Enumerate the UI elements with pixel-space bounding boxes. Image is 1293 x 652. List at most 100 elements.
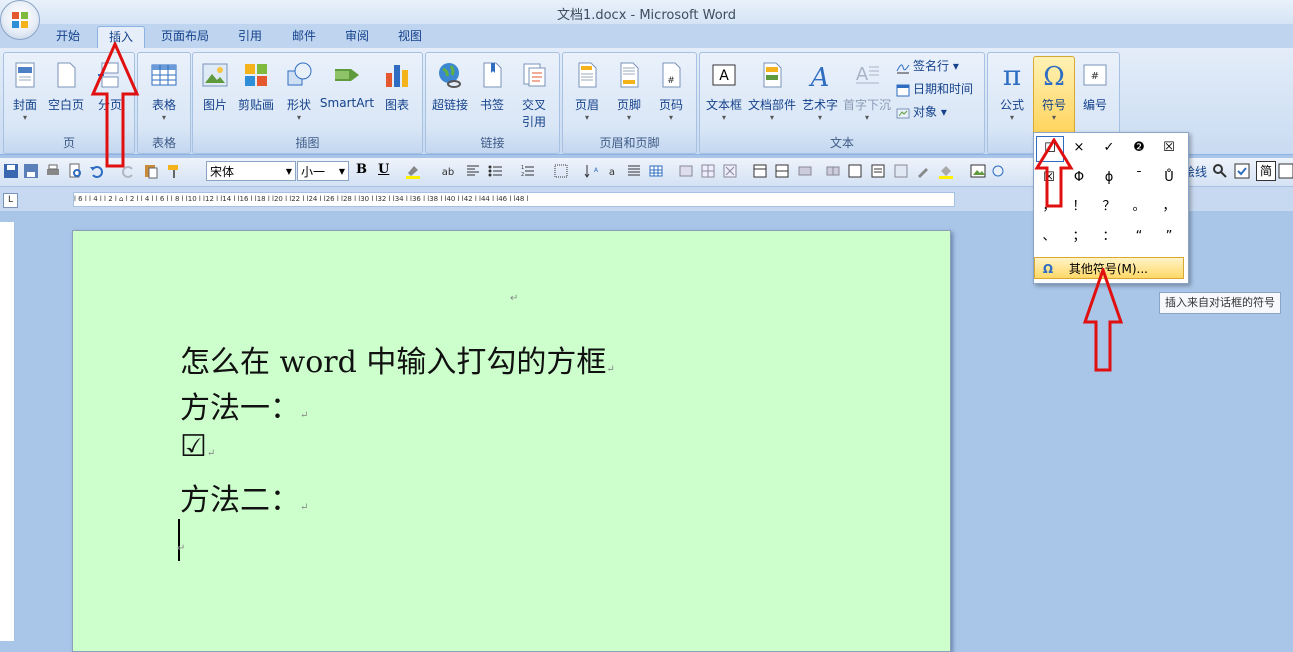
symbol-cell[interactable]: ？ xyxy=(1096,195,1122,219)
font-size-select[interactable]: 小一 ▼ xyxy=(297,161,349,181)
tab-page-layout[interactable]: 页面布局 xyxy=(150,26,220,48)
text-direction-icon[interactable]: a xyxy=(604,163,620,179)
tab-review[interactable]: 审阅 xyxy=(332,26,382,48)
magnifier-icon[interactable] xyxy=(1212,163,1228,179)
symbol-cell[interactable]: ： xyxy=(1096,225,1122,249)
sort-icon[interactable]: A xyxy=(583,163,599,179)
symbol-cell[interactable]: ϕ xyxy=(1096,166,1122,190)
pi-icon: π xyxy=(1003,59,1021,92)
edit-icon[interactable] xyxy=(1278,163,1293,179)
tab-view[interactable]: 视图 xyxy=(386,26,434,48)
symbol-cell[interactable]: ❷ xyxy=(1126,136,1152,160)
bookmark-button[interactable]: 书签 xyxy=(474,61,510,113)
save-icon[interactable] xyxy=(3,163,19,179)
footer-button[interactable]: 页脚 ▾ xyxy=(609,61,649,122)
phonetic-icon[interactable]: ab xyxy=(440,163,456,179)
doc-line-method-2[interactable]: 方法二：↵ xyxy=(180,475,308,519)
paragraph-mark: ↵ xyxy=(300,410,309,421)
fill-color-icon[interactable] xyxy=(938,163,954,179)
symbol-cell[interactable]: 。 xyxy=(1126,195,1152,219)
drop-cap-button[interactable]: A 首字下沉 ▾ xyxy=(842,61,892,122)
picture-button[interactable]: 图片 xyxy=(197,61,233,113)
print-preview-icon[interactable] xyxy=(67,163,83,179)
blank-page-button[interactable]: 空白页 xyxy=(46,61,86,113)
signature-line-button[interactable]: 签名行 ▾ xyxy=(896,57,959,74)
save-as-icon[interactable] xyxy=(23,163,39,179)
symbol-button[interactable]: Ω 符号 ▾ xyxy=(1033,56,1075,136)
hyperlink-button[interactable]: 超链接 xyxy=(430,61,470,113)
font-name-select[interactable]: 宋体 ▼ xyxy=(206,161,296,181)
tab-mailings[interactable]: 邮件 xyxy=(280,26,328,48)
image-icon[interactable] xyxy=(970,163,986,179)
simplified-chinese-button[interactable]: 简 xyxy=(1256,161,1276,181)
delete-table-icon[interactable] xyxy=(722,163,738,179)
symbol-cell[interactable]: ✓ xyxy=(1096,136,1122,160)
symbol-cell[interactable]: ” xyxy=(1156,225,1182,249)
tab-references[interactable]: 引用 xyxy=(225,26,275,48)
chart-button[interactable]: 图表 xyxy=(379,61,415,113)
vertical-ruler[interactable] xyxy=(0,222,15,641)
shapes-button[interactable]: 形状 ▾ xyxy=(281,61,317,122)
header-button[interactable]: 页眉 ▾ xyxy=(567,61,607,122)
symbol-cell[interactable]: “ xyxy=(1126,225,1152,249)
symbol-cell[interactable]: ¯ xyxy=(1126,166,1152,190)
symbol-cell[interactable]: 、 xyxy=(1036,225,1062,249)
object-label: 对象 xyxy=(913,105,938,119)
paste-icon[interactable] xyxy=(143,163,159,179)
table-insert-icon[interactable] xyxy=(648,163,664,179)
quick-parts-label: 文档部件 xyxy=(747,98,796,112)
bullets-icon[interactable] xyxy=(487,163,503,179)
split-cells-icon[interactable] xyxy=(825,163,841,179)
page-number-button[interactable]: # 页码 ▾ xyxy=(651,61,691,122)
clip-art-button[interactable]: 剪贴画 xyxy=(235,61,277,113)
merge-cells-icon[interactable] xyxy=(797,163,813,179)
grid-icon[interactable] xyxy=(700,163,716,179)
red-arrow-up-icon xyxy=(90,42,140,168)
chevron-down-icon: ▾ xyxy=(1009,113,1014,122)
equation-button[interactable]: π 公式 ▾ xyxy=(992,59,1032,122)
numbering-list-icon[interactable]: 12 xyxy=(519,163,535,179)
quick-parts-button[interactable]: 文档部件 ▾ xyxy=(746,61,798,122)
shading-icon[interactable] xyxy=(893,163,909,179)
align-icon[interactable] xyxy=(465,163,481,179)
symbol-cell[interactable]: ☒ xyxy=(1156,136,1182,160)
table-button[interactable]: 表格 ▾ xyxy=(144,61,184,122)
bold-button[interactable]: B xyxy=(356,162,367,177)
distribute-icon[interactable] xyxy=(847,163,863,179)
office-button[interactable] xyxy=(0,0,40,40)
pen-icon[interactable] xyxy=(915,163,931,179)
highlight-icon[interactable] xyxy=(405,163,421,179)
shapes-small-icon[interactable] xyxy=(990,163,1006,179)
symbol-cell[interactable]: Ů xyxy=(1156,166,1182,190)
window-title: 文档1.docx - Microsoft Word xyxy=(556,8,737,23)
tab-home[interactable]: 开始 xyxy=(44,26,92,48)
symbol-cell[interactable]: ， xyxy=(1156,195,1182,219)
text-box-button[interactable]: A 文本框 ▾ xyxy=(704,61,744,122)
signature-line-label: 签名行 xyxy=(913,59,950,73)
tab-selector-icon[interactable]: L xyxy=(3,193,18,208)
smartart-button[interactable]: SmartArt xyxy=(319,61,375,110)
doc-line-checkbox[interactable]: ☑↵ xyxy=(180,429,215,464)
object-button[interactable]: 对象 ▾ xyxy=(896,103,947,120)
wordart-button[interactable]: A 艺术字 ▾ xyxy=(800,61,840,122)
numbering-button[interactable]: # 编号 xyxy=(1076,61,1114,113)
columns-icon[interactable] xyxy=(752,163,768,179)
insert-picture-icon[interactable] xyxy=(678,163,694,179)
symbol-cell[interactable]: ； xyxy=(1066,225,1092,249)
date-time-button[interactable]: 日期和时间 xyxy=(896,80,973,97)
doc-line-title[interactable]: 怎么在 word 中输入打勾的方框↵ xyxy=(180,337,615,381)
textbox-small-icon[interactable] xyxy=(870,163,886,179)
print-icon[interactable] xyxy=(45,163,61,179)
borders-icon[interactable] xyxy=(553,163,569,179)
doc-line-method-1[interactable]: 方法一：↵ xyxy=(180,383,308,427)
doc-line-method-2-text: 方法二： xyxy=(180,483,300,518)
cross-reference-button[interactable]: 交叉 引用 xyxy=(514,61,554,130)
cover-page-button[interactable]: 封面 ▾ xyxy=(8,61,42,122)
justify-icon[interactable] xyxy=(626,163,642,179)
underline-button[interactable]: U xyxy=(378,162,389,177)
translate-icon[interactable] xyxy=(1234,163,1250,179)
format-painter-icon[interactable] xyxy=(166,163,182,179)
horizontal-ruler[interactable]: l 6 l l 4 l l 2 l ⌂ l 2 l l 4 l l 6 l l … xyxy=(73,192,955,207)
document-page[interactable]: ↵ 怎么在 word 中输入打勾的方框↵ 方法一：↵ ☑↵ 方法二：↵ ↵ xyxy=(72,230,951,652)
rows-icon[interactable] xyxy=(774,163,790,179)
